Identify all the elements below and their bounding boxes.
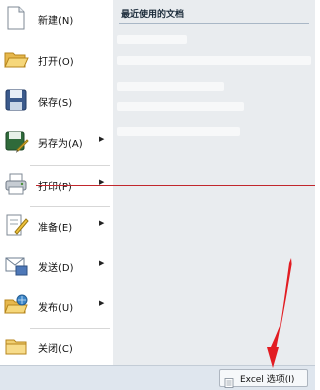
excel-options-button[interactable]: Excel 选项(I): [219, 369, 308, 388]
recent-title-divider: [119, 23, 309, 24]
menu-item-label: 另存为(A): [38, 139, 83, 150]
open-folder-icon: [3, 46, 29, 72]
menu-item-send[interactable]: 发送(D) ▶: [0, 247, 113, 287]
office-menu-window: 新建(N) 打开(O) 保存(S) 另存为(A) ▶ 打印(P) ▶ 准备(E)…: [0, 0, 315, 390]
menu-item-label: 发送(D): [38, 263, 74, 274]
save-as-icon: [3, 128, 29, 154]
recent-documents-pane: 最近使用的文档: [113, 0, 315, 365]
new-document-icon: [3, 5, 29, 31]
submenu-arrow-icon: ▶: [99, 219, 105, 227]
recent-document-item[interactable]: [117, 127, 240, 136]
send-icon: [3, 252, 29, 278]
menu-item-label: 新建(N): [38, 16, 74, 27]
excel-options-label: Excel 选项(I): [240, 375, 295, 385]
recent-document-item[interactable]: [117, 35, 187, 44]
menu-item-print[interactable]: 打印(P) ▶: [0, 166, 113, 206]
prepare-document-icon: [3, 212, 29, 238]
menu-item-label: 关闭(C): [38, 344, 73, 355]
menu-item-label: 打开(O): [38, 57, 74, 68]
menu-item-open[interactable]: 打开(O): [0, 41, 113, 81]
menu-item-save-as[interactable]: 另存为(A) ▶: [0, 123, 113, 163]
menu-item-prepare[interactable]: 准备(E) ▶: [0, 207, 113, 247]
menu-item-label: 发布(U): [38, 303, 74, 314]
recent-document-item[interactable]: [117, 102, 244, 111]
menu-item-save[interactable]: 保存(S): [0, 82, 113, 122]
menu-item-new[interactable]: 新建(N): [0, 0, 113, 40]
recent-document-item[interactable]: [117, 56, 311, 65]
recent-documents-title: 最近使用的文档: [121, 10, 185, 20]
printer-icon: [3, 171, 29, 197]
save-disk-icon: [3, 87, 29, 113]
annotation-underline: [36, 185, 315, 186]
office-menu-commands: 新建(N) 打开(O) 保存(S) 另存为(A) ▶ 打印(P) ▶ 准备(E)…: [0, 0, 113, 365]
recent-document-item[interactable]: [117, 82, 224, 91]
close-folder-icon: [3, 333, 29, 359]
menu-item-close[interactable]: 关闭(C): [0, 328, 113, 368]
menu-item-publish[interactable]: 发布(U) ▶: [0, 287, 113, 327]
publish-icon: [3, 292, 29, 318]
options-document-icon: [224, 373, 234, 388]
submenu-arrow-icon: ▶: [99, 135, 105, 143]
submenu-arrow-icon: ▶: [99, 299, 105, 307]
submenu-arrow-icon: ▶: [99, 259, 105, 267]
menu-item-label: 保存(S): [38, 98, 73, 109]
menu-item-label: 准备(E): [38, 223, 73, 234]
